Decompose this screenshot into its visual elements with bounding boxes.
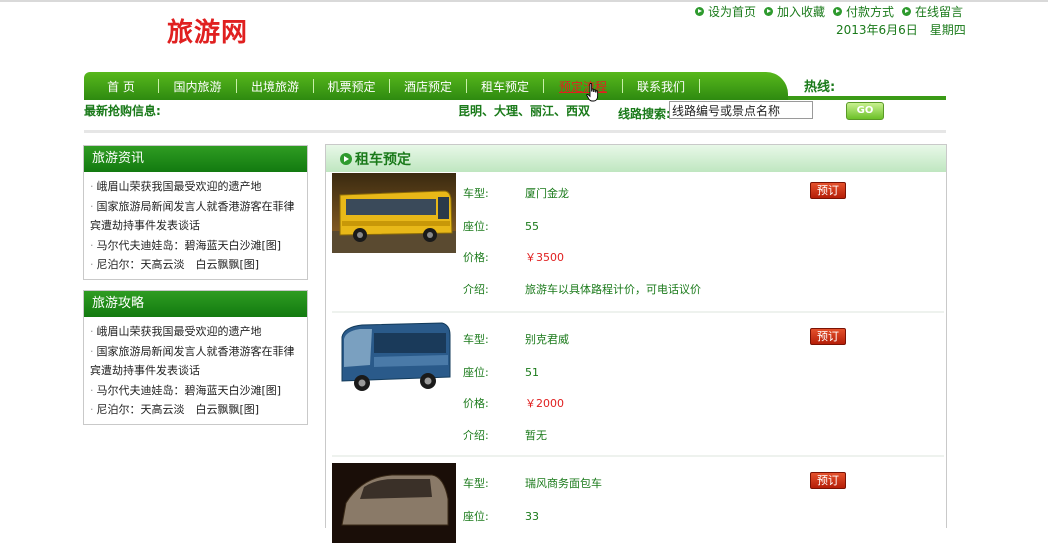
header-divider [84, 130, 946, 133]
arrow-bullet-icon [695, 7, 704, 16]
car-type-label: 车型: [463, 333, 489, 346]
car-seats-label: 座位: [463, 510, 489, 523]
listing-divider [332, 311, 944, 313]
car-rental-panel: 租车预定 车型: 厦门金龙 预订 座位: 55 价格: ￥3500 介绍: 旅游车以具体… [325, 144, 947, 543]
car-price-label: 价格: [463, 251, 489, 264]
news-item[interactable]: · 尼泊尔：天高云淡 白云飘飘[图] [90, 255, 301, 275]
car-seats-label: 座位: [463, 220, 489, 233]
book-button[interactable]: 预订 [810, 182, 846, 199]
dot-bullet-icon: · [90, 199, 94, 213]
news-item[interactable]: · 国家旅游局新闻发言人就香港游客在菲律宾遭劫持事件发表谈话 [90, 197, 301, 236]
top-links: 设为首页 加入收藏 付款方式 在线留言 [695, 3, 963, 20]
car-rental-header: 租车预定 [326, 145, 946, 172]
news-item[interactable]: · 马尔代夫迪娃岛：碧海蓝天白沙滩[图] [90, 236, 301, 256]
latest-deals-cities[interactable]: 昆明、大理、丽江、西双 [458, 102, 590, 119]
guide-item[interactable]: · 峨眉山荣获我国最受欢迎的遗产地 [90, 322, 301, 342]
add-favorite-link[interactable]: 加入收藏 [764, 3, 825, 20]
arrow-circle-icon [340, 152, 352, 165]
travel-news-box: 旅游资讯 · 峨眉山荣获我国最受欢迎的遗产地 · 国家旅游局新闻发言人就香港游客在菲… [83, 145, 308, 280]
latest-deals-label: 最新抢购信息: [84, 104, 161, 118]
minivan-image[interactable] [332, 463, 456, 543]
blue-bus-image[interactable] [332, 319, 456, 399]
arrow-bullet-icon [833, 7, 843, 16]
travel-guides-title: 旅游攻略 [84, 291, 307, 317]
nav-booking-process[interactable]: 预定流程 [544, 78, 622, 95]
dot-bullet-icon: · [90, 403, 94, 416]
online-message-link[interactable]: 在线留言 [902, 3, 963, 20]
dot-bullet-icon: · [90, 258, 94, 271]
nav-outbound-tours[interactable]: 出境旅游 [237, 78, 313, 95]
current-date: 2013年6月6日 星期四 [836, 23, 966, 37]
guide-item[interactable]: · 尼泊尔：天高云淡 白云飘飘[图] [90, 400, 301, 420]
dot-bullet-icon: · [90, 344, 94, 358]
car-seats-value: 33 [525, 510, 539, 523]
car-type-value: 厦门金龙 [525, 187, 569, 200]
nav-divider [699, 79, 700, 93]
car-seats-label: 座位: [463, 366, 489, 379]
nav-contact-us[interactable]: 联系我们 [623, 78, 699, 95]
arrow-bullet-icon [764, 7, 774, 16]
listing-divider [332, 455, 944, 457]
car-seats-value: 51 [525, 366, 539, 379]
coach-bus-image[interactable] [332, 173, 456, 253]
guide-item[interactable]: · 国家旅游局新闻发言人就香港游客在菲律宾遭劫持事件发表谈话 [90, 342, 301, 381]
payment-method-link[interactable]: 付款方式 [833, 3, 894, 20]
info-bar: 最新抢购信息: 昆明、大理、丽江、西双 线路搜索: GO [84, 101, 946, 121]
car-type-value: 别克君威 [525, 333, 569, 346]
search-go-button[interactable]: GO [846, 102, 884, 120]
guide-item[interactable]: · 马尔代夫迪娃岛：碧海蓝天白沙滩[图] [90, 381, 301, 401]
hotline-label: 热线: [804, 80, 836, 95]
car-price-value: ￥2000 [525, 397, 564, 410]
car-intro-value: 旅游车以具体路程计价，可电话议价 [525, 283, 701, 296]
arrow-bullet-icon [902, 7, 912, 16]
nav-home[interactable]: 首 页 [84, 78, 158, 95]
travel-news-title: 旅游资讯 [84, 146, 307, 172]
travel-news-list: · 峨眉山荣获我国最受欢迎的遗产地 · 国家旅游局新闻发言人就香港游客在菲律宾遭劫持… [84, 172, 307, 279]
dot-bullet-icon: · [90, 325, 94, 338]
travel-guides-list: · 峨眉山荣获我国最受欢迎的遗产地 · 国家旅游局新闻发言人就香港游客在菲律宾遭劫持… [84, 317, 307, 424]
route-search-input[interactable] [669, 101, 813, 119]
dot-bullet-icon: · [90, 180, 94, 193]
nav-hotel-booking[interactable]: 酒店预定 [390, 78, 466, 95]
book-button[interactable]: 预订 [810, 328, 846, 345]
route-search-label: 线路搜索: [618, 107, 671, 121]
car-type-value: 瑞风商务面包车 [525, 477, 602, 490]
car-rental-title: 租车预定 [355, 151, 411, 168]
news-item[interactable]: · 峨眉山荣获我国最受欢迎的遗产地 [90, 177, 301, 197]
top-border [0, 0, 1048, 2]
travel-guides-box: 旅游攻略 · 峨眉山荣获我国最受欢迎的遗产地 · 国家旅游局新闻发言人就香港游客在菲… [83, 290, 308, 425]
book-button[interactable]: 预订 [810, 472, 846, 489]
car-seats-value: 55 [525, 220, 539, 233]
dot-bullet-icon: · [90, 383, 94, 397]
site-logo[interactable]: 旅游网 [167, 12, 248, 49]
car-price-label: 价格: [463, 397, 489, 410]
nav-domestic-tours[interactable]: 国内旅游 [159, 78, 236, 95]
car-intro-label: 介绍: [463, 429, 489, 442]
car-type-label: 车型: [463, 187, 489, 200]
car-intro-label: 介绍: [463, 283, 489, 296]
dot-bullet-icon: · [90, 238, 94, 252]
car-price-value: ￥3500 [525, 251, 564, 264]
main-nav: 首 页 国内旅游 出境旅游 机票预定 酒店预定 租车预定 预定流程 联系我们 [84, 72, 788, 100]
hand-cursor-icon [586, 83, 599, 102]
set-home-link[interactable]: 设为首页 [695, 3, 756, 20]
nav-car-rental[interactable]: 租车预定 [467, 78, 543, 95]
car-intro-value: 暂无 [525, 429, 547, 442]
car-type-label: 车型: [463, 477, 489, 490]
nav-flight-booking[interactable]: 机票预定 [314, 78, 389, 95]
